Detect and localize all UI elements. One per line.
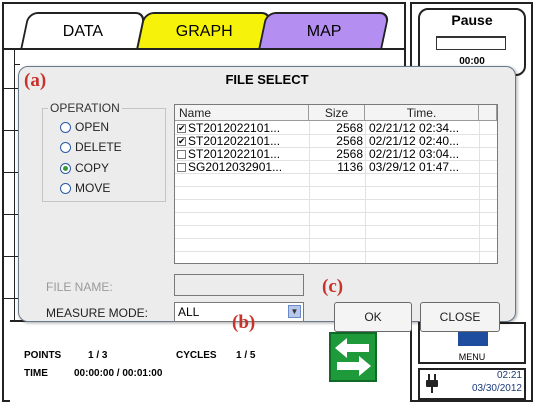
grid-line [4, 130, 18, 131]
tab-data[interactable]: DATA [19, 12, 147, 50]
tab-data-label: DATA [62, 23, 103, 40]
row-checkbox[interactable] [177, 150, 186, 159]
file-list-table[interactable]: Name Size Time. ✔ ST2012022101... 2568 0… [174, 104, 498, 264]
dialog-title: FILE SELECT [225, 72, 309, 87]
tab-divider [2, 48, 406, 50]
radio-open[interactable]: OPEN [60, 120, 109, 134]
time-value: 00:00:00 / 00:01:00 [74, 368, 163, 379]
swap-button[interactable] [329, 332, 377, 382]
measure-mode-label: MEASURE MODE: [46, 306, 149, 320]
radio-button[interactable] [60, 182, 71, 194]
grid-line [14, 64, 20, 65]
table-row[interactable]: ✔ ST2012022101... 2568 02/21/12 02:40... [175, 135, 497, 148]
radio-button[interactable] [60, 141, 71, 153]
table-row[interactable]: ✔ ST2012022101... 2568 02/21/12 02:34... [175, 122, 497, 135]
points-label: POINTS [24, 350, 62, 361]
radio-open-label: OPEN [75, 120, 110, 134]
radio-copy[interactable]: COPY [60, 161, 109, 175]
row-checkbox-checked[interactable]: ✔ [177, 124, 186, 133]
file-name-input[interactable] [174, 274, 304, 296]
radio-delete-label: DELETE [75, 140, 122, 154]
table-row-empty [175, 226, 497, 239]
grid-line [4, 298, 18, 299]
file-size: 1136 [337, 161, 363, 174]
chevron-down-icon[interactable]: ▼ [288, 305, 301, 318]
table-row-empty [175, 239, 497, 252]
table-row[interactable]: ST2012022101... 2568 02/21/12 03:04... [175, 148, 497, 161]
tab-graph-label: GRAPH [175, 23, 233, 40]
file-name: SG2012032901... [188, 161, 283, 174]
progress-bar [436, 36, 506, 50]
grid-line [4, 256, 18, 257]
annotation-a: (a) [24, 70, 47, 91]
file-name: ST2012022101... [188, 122, 281, 135]
radio-button[interactable] [60, 121, 71, 133]
table-row-empty [175, 213, 497, 226]
clock-time: 02:21 [496, 370, 522, 381]
table-row-empty [175, 187, 497, 200]
pause-label: Pause [451, 12, 493, 28]
radio-move[interactable]: MOVE [60, 181, 110, 195]
file-size: 2568 [336, 148, 363, 161]
radio-delete[interactable]: DELETE [60, 140, 122, 154]
column-header-filler [479, 105, 497, 121]
cycles-label: CYCLES [176, 350, 217, 361]
grid-line [4, 214, 18, 215]
operation-label: OPERATION [48, 101, 122, 115]
file-time: 03/29/12 01:47... [369, 161, 460, 174]
tab-graph[interactable]: GRAPH [135, 12, 273, 50]
grid-line [4, 88, 18, 89]
menu-label: MENU [458, 352, 486, 362]
time-label: TIME [24, 368, 48, 379]
cycles-value: 1 / 5 [236, 350, 256, 361]
table-row-empty [175, 200, 497, 213]
file-time: 02/21/12 03:04... [369, 148, 460, 161]
table-row[interactable]: SG2012032901... 1136 03/29/12 01:47... [175, 161, 497, 174]
tab-map-label: MAP [306, 23, 342, 40]
annotation-c: (c) [322, 276, 344, 297]
points-value: 1 / 3 [88, 350, 108, 361]
clock-date: 03/30/2012 [471, 383, 522, 394]
radio-button-selected[interactable] [60, 162, 71, 174]
column-header-size[interactable]: Size [309, 105, 365, 121]
file-time: 02/21/12 02:34... [369, 122, 460, 135]
file-time: 02/21/12 02:40... [369, 135, 460, 148]
radio-copy-label: COPY [75, 161, 110, 175]
grid-line [4, 172, 18, 173]
file-name-label: FILE NAME: [46, 280, 113, 294]
grid-line [14, 50, 15, 320]
swap-arrows-icon [335, 338, 371, 376]
ok-button[interactable]: OK [334, 302, 412, 332]
file-size: 2568 [336, 122, 363, 135]
file-size: 2568 [336, 135, 363, 148]
tab-map[interactable]: MAP [257, 12, 391, 50]
column-header-name[interactable]: Name [175, 105, 309, 121]
plug-icon [424, 372, 440, 394]
row-checkbox-checked[interactable]: ✔ [177, 137, 186, 146]
radio-move-label: MOVE [75, 181, 111, 195]
table-row-empty [175, 174, 497, 187]
file-name: ST2012022101... [188, 148, 281, 161]
annotation-b: (b) [232, 312, 256, 333]
file-name: ST2012022101... [188, 135, 281, 148]
column-header-time[interactable]: Time. [365, 105, 479, 121]
close-button[interactable]: CLOSE [420, 302, 500, 332]
row-checkbox[interactable] [177, 163, 186, 172]
